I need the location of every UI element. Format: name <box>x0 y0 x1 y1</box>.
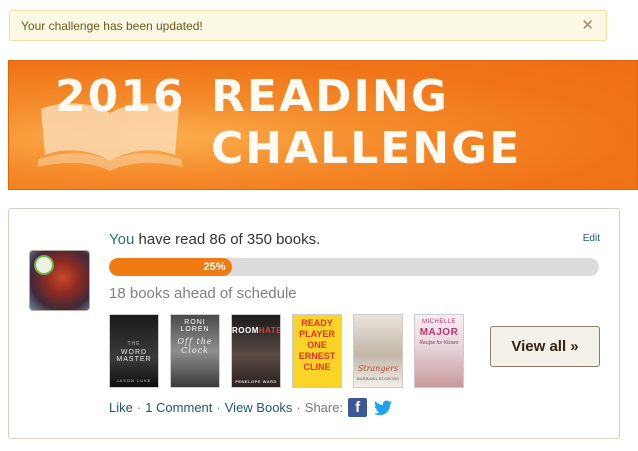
book-cover-author: BARBARA ELSBORG <box>356 376 400 381</box>
book-cover[interactable]: THE WORD MASTER JASON LUKE <box>109 314 159 388</box>
twitter-icon[interactable] <box>374 400 393 416</box>
notice-text: Your challenge has been updated! <box>21 18 203 33</box>
avatar[interactable] <box>29 250 90 311</box>
reading-challenge-banner: 2016 READING CHALLENGE <box>8 60 638 190</box>
avatar-badge-icon <box>34 255 54 275</box>
progress-label: 25% <box>203 261 226 273</box>
separator: · <box>296 400 301 415</box>
facebook-icon[interactable]: f <box>348 398 368 417</box>
separator: · <box>216 400 221 415</box>
book-cover-title: MAJOR <box>419 327 459 338</box>
banner-line-2: CHALLENGE <box>211 123 522 174</box>
book-cover-author: JASON LUKE <box>116 378 152 383</box>
like-link[interactable]: Like <box>109 400 133 415</box>
book-cover-subtitle: Recipe for Kisses <box>419 340 459 346</box>
book-cover-author: MICHELLE <box>421 319 456 325</box>
update-notice: Your challenge has been updated! ✕ <box>9 10 607 41</box>
edit-link[interactable]: Edit <box>583 233 600 244</box>
you-link[interactable]: You <box>109 231 134 248</box>
book-cover-top: THE <box>127 341 141 347</box>
book-cover[interactable]: READY PLAYER ONE ERNEST CLINE <box>292 314 342 388</box>
separator: · <box>136 400 142 415</box>
book-cover-title: Off the Clock <box>177 337 213 355</box>
close-icon[interactable]: ✕ <box>581 18 594 33</box>
book-cover-title: READY PLAYER ONE ERNEST CLINE <box>298 318 336 372</box>
view-all-button[interactable]: View all » <box>490 326 600 367</box>
book-cover-title: Strangers <box>357 364 399 373</box>
book-cover[interactable]: Strangers BARBARA ELSBORG <box>353 314 403 388</box>
book-cover-title-a: ROOM <box>232 326 259 335</box>
book-cover-title-b: HATE <box>258 326 281 335</box>
book-cover[interactable]: ROOMHATE PENELOPE WARD <box>231 314 281 388</box>
share-label: Share: <box>304 400 344 415</box>
challenge-card: Edit You have read 86 of 350 books. 25% … <box>8 208 620 439</box>
view-books-link[interactable]: View Books <box>225 400 293 415</box>
challenge-actions: Like · 1 Comment · View Books · Share: f <box>109 398 393 417</box>
read-count-rest: have read 86 of 350 books. <box>134 231 321 248</box>
book-cover-author: PENELOPE WARD <box>235 379 277 384</box>
book-cover[interactable]: RONI LOREN Off the Clock <box>170 314 220 388</box>
book-covers: THE WORD MASTER JASON LUKE RONI LOREN Of… <box>109 314 464 388</box>
progress-bar: 25% <box>109 258 599 276</box>
banner-line-1: READING <box>211 71 449 122</box>
book-cover[interactable]: MICHELLE MAJOR Recipe for Kisses <box>414 314 464 388</box>
book-cover-title: ROOMHATE <box>232 326 280 335</box>
book-cover-author: RONI LOREN <box>180 319 210 333</box>
read-count-text: You have read 86 of 350 books. <box>109 231 320 248</box>
schedule-status: 18 books ahead of schedule <box>109 285 297 302</box>
banner-year: 2016 <box>55 71 186 122</box>
comment-link[interactable]: 1 Comment <box>145 400 212 415</box>
book-cover-title: WORD MASTER <box>116 349 152 363</box>
progress-fill: 25% <box>109 258 232 276</box>
